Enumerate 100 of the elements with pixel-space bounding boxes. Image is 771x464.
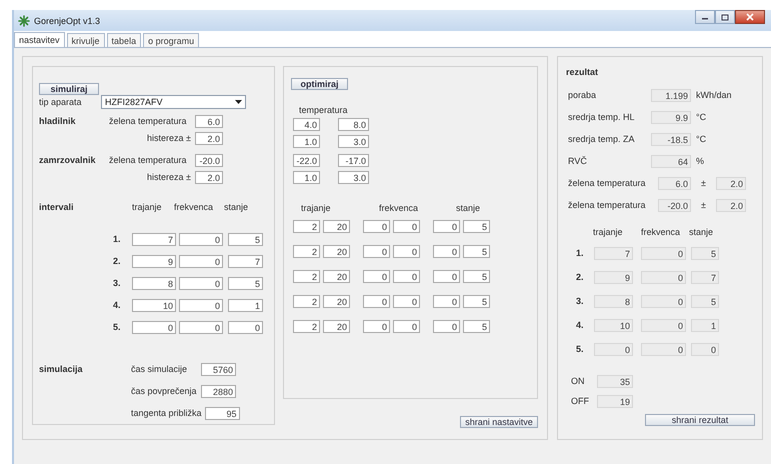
number-field[interactable]: 20 <box>323 220 350 233</box>
save-settings-button[interactable]: shrani nastavitve <box>460 416 538 428</box>
number-field[interactable]: 5 <box>463 270 490 283</box>
number-field[interactable]: 9 <box>132 254 176 268</box>
number-field[interactable]: 0 <box>393 220 420 233</box>
number-field[interactable]: 1.0 <box>293 171 320 184</box>
number-field[interactable]: 5 <box>463 245 490 258</box>
readonly-field: 35 <box>597 374 633 388</box>
number-field[interactable]: 5 <box>228 232 263 246</box>
number-field[interactable]: 20 <box>323 295 350 308</box>
number-field[interactable]: 0 <box>363 295 390 308</box>
number-field[interactable]: 7 <box>132 232 176 246</box>
unit-label: °C <box>696 112 706 122</box>
number-field[interactable]: 4.0 <box>293 118 320 131</box>
field-label: RVČ <box>568 156 588 166</box>
field-label: tangenta približka <box>131 408 202 418</box>
minimize-button[interactable] <box>695 10 715 24</box>
close-button[interactable] <box>735 10 765 24</box>
number-field[interactable]: 10 <box>132 298 176 312</box>
field-label: tip aparata <box>39 97 83 107</box>
number-field[interactable]: 0 <box>179 320 223 334</box>
number-field[interactable]: 3.0 <box>338 171 369 184</box>
number-field[interactable]: 0 <box>393 320 420 333</box>
number-field[interactable]: 20 <box>323 270 350 283</box>
column-header: stanje <box>224 202 248 212</box>
number-field[interactable]: 6.0 <box>195 114 223 128</box>
row-number: 3. <box>113 278 122 288</box>
field-label: čas povprečenja <box>131 386 198 396</box>
number-field[interactable]: 0 <box>433 320 460 333</box>
number-field[interactable]: 0 <box>363 220 390 233</box>
number-field[interactable]: 0 <box>179 232 223 246</box>
field-label: želena temperatura <box>109 155 188 165</box>
readonly-field: 10 <box>594 318 633 332</box>
field-label: želena temperatura <box>568 200 647 210</box>
number-field[interactable]: 3.0 <box>338 135 369 148</box>
number-field[interactable]: 0 <box>363 270 390 283</box>
number-field[interactable]: 2 <box>293 220 320 233</box>
number-field[interactable]: 2 <box>293 245 320 258</box>
column-header: frekvenca <box>379 203 420 213</box>
readonly-field: 7 <box>691 270 719 284</box>
save-result-button[interactable]: shrani rezultat <box>645 414 755 426</box>
number-field[interactable]: 0 <box>179 276 223 290</box>
number-field[interactable]: 0 <box>433 245 460 258</box>
number-field[interactable]: 1 <box>228 298 263 312</box>
section-label: rezultat <box>566 67 598 77</box>
number-field[interactable]: 20 <box>323 320 350 333</box>
number-field[interactable]: 5 <box>463 295 490 308</box>
maximize-button[interactable] <box>715 10 735 24</box>
number-field[interactable]: 0 <box>433 270 460 283</box>
number-field[interactable]: 2 <box>293 320 320 333</box>
number-field[interactable]: 2 <box>293 270 320 283</box>
number-field[interactable]: 2880 <box>201 384 236 398</box>
number-field[interactable]: 2.0 <box>195 170 223 184</box>
tab[interactable]: krivulje <box>66 33 105 47</box>
row-number: 1. <box>576 248 585 258</box>
field-label: poraba <box>568 90 598 100</box>
readonly-field: 0 <box>641 342 686 356</box>
number-field[interactable]: 5 <box>463 220 490 233</box>
readonly-field: 5 <box>691 246 719 260</box>
number-field[interactable]: -20.0 <box>195 154 223 166</box>
readonly-field: 2.0 <box>716 198 746 212</box>
simulate-button[interactable]: simuliraj <box>39 83 99 95</box>
row-number: 2. <box>113 256 122 266</box>
number-field[interactable]: 0 <box>393 245 420 258</box>
number-field[interactable]: 2 <box>293 295 320 308</box>
number-field[interactable]: -17.0 <box>338 154 369 167</box>
number-field[interactable]: 0 <box>363 245 390 258</box>
device-type-dropdown[interactable]: HZFI2827AFV <box>101 95 246 109</box>
field-label: čas simulacije <box>131 364 188 374</box>
readonly-field: 2.0 <box>716 176 746 190</box>
tab[interactable]: tabela <box>106 33 142 47</box>
number-field[interactable]: 0 <box>363 320 390 333</box>
number-field[interactable]: 5 <box>228 276 263 290</box>
number-field[interactable]: 0 <box>179 254 223 268</box>
row-number: 5. <box>113 322 122 332</box>
number-field[interactable]: 20 <box>323 245 350 258</box>
number-field[interactable]: 5760 <box>201 362 236 376</box>
number-field[interactable]: 0 <box>228 320 263 334</box>
number-field[interactable]: 0 <box>393 295 420 308</box>
optimize-button[interactable]: optimiraj <box>291 78 348 90</box>
number-field[interactable]: 95 <box>204 406 240 420</box>
number-field[interactable]: 5 <box>463 320 490 333</box>
number-field[interactable]: 1.0 <box>293 135 320 148</box>
number-field[interactable]: 8.0 <box>338 118 369 131</box>
tab[interactable]: nastavitev <box>14 32 65 47</box>
readonly-field: 0 <box>594 342 633 356</box>
number-field[interactable]: 2.0 <box>195 132 223 144</box>
tab[interactable]: o programu <box>143 33 200 47</box>
number-field[interactable]: 0 <box>433 295 460 308</box>
number-field[interactable]: 8 <box>132 276 176 290</box>
column-header: stanje <box>689 227 714 237</box>
number-field[interactable]: 0 <box>132 320 176 334</box>
number-field[interactable]: 7 <box>228 254 263 268</box>
readonly-field: -20.0 <box>658 198 691 212</box>
readonly-field: 19 <box>597 394 633 408</box>
number-field[interactable]: 0 <box>433 220 460 233</box>
number-field[interactable]: -22.0 <box>293 154 320 167</box>
number-field[interactable]: 0 <box>393 270 420 283</box>
number-field[interactable]: 0 <box>179 298 223 312</box>
readonly-field: 9.9 <box>651 110 691 124</box>
